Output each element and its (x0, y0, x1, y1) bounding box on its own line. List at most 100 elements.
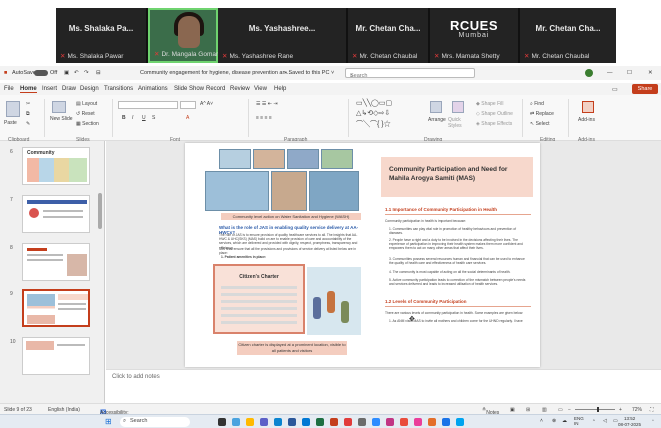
language-indicator[interactable]: ENG IN (574, 416, 588, 426)
language-indicator[interactable]: English (India) (48, 407, 80, 413)
notes-button[interactable]: ≙ Notes (482, 407, 499, 416)
zoom-slider[interactable] (575, 409, 615, 410)
font-size-dropdown[interactable] (180, 101, 196, 109)
instagram-icon[interactable] (414, 418, 422, 426)
file-explorer-icon[interactable] (246, 418, 254, 426)
tray-icon[interactable]: ☁ (562, 418, 567, 424)
tab-slide-show[interactable]: Slide Show (174, 86, 204, 92)
redo-icon[interactable]: ↷ (84, 70, 89, 76)
store-icon[interactable] (358, 418, 366, 426)
zoom-app-icon[interactable] (372, 418, 380, 426)
tab-transitions[interactable]: Transitions (104, 86, 133, 92)
comments-icon[interactable]: ▭ (612, 86, 618, 93)
participant-tile-active-speaker[interactable]: ✕ Dr. Mangala Gomare (148, 8, 222, 63)
tab-draw[interactable]: Draw (62, 86, 76, 92)
tab-animations[interactable]: Animations (138, 86, 168, 92)
underline-icon[interactable]: U (142, 115, 146, 121)
task-view-icon[interactable] (218, 418, 226, 426)
paste-icon[interactable] (6, 101, 20, 117)
font-name-dropdown[interactable] (118, 101, 178, 109)
tab-help[interactable]: Help (274, 86, 286, 92)
select-button[interactable]: ↖ Select (530, 121, 550, 127)
strikethrough-icon[interactable]: S (152, 115, 155, 121)
save-status[interactable]: • Saved to this PC ˅ (285, 70, 334, 76)
share-button[interactable]: Share (632, 84, 658, 94)
minimize-icon[interactable]: — (607, 70, 613, 76)
windows-start-icon[interactable]: ⊞ (105, 417, 112, 426)
participant-tile[interactable]: Mr. Chetan Cha... ✕ Mr. Chetan Chaubal (520, 8, 616, 63)
clock-date[interactable]: 08-07-2025 (618, 422, 641, 427)
tab-file[interactable]: File (4, 86, 14, 92)
shape-fill-button[interactable]: ◆ Shape Fill (476, 101, 503, 107)
app-icon[interactable] (442, 418, 450, 426)
tab-insert[interactable]: Insert (42, 86, 57, 92)
participant-tile[interactable]: Ms. Yashashree... ✕ Ms. Yashashree Rane (218, 8, 348, 63)
addins-icon[interactable] (582, 101, 594, 113)
autosave-toggle[interactable] (34, 70, 48, 76)
zoom-out-icon[interactable]: − (568, 407, 571, 413)
layout-button[interactable]: ▤ Layout (76, 101, 97, 107)
teams-icon[interactable] (260, 418, 268, 426)
reset-button[interactable]: ↺ Reset (76, 111, 95, 117)
zoom-slider-handle[interactable] (597, 407, 599, 412)
powerpoint-icon[interactable] (330, 418, 338, 426)
close-icon[interactable]: ✕ (648, 70, 653, 76)
find-button[interactable]: ⌕ Find (530, 101, 544, 107)
zoom-in-icon[interactable]: + (619, 407, 622, 413)
font-grow-icon[interactable]: A^ A˅ (200, 101, 213, 107)
tab-record[interactable]: Record (206, 86, 225, 92)
reading-view-icon[interactable]: ▥ (542, 407, 547, 413)
save-icon[interactable]: ▣ (64, 70, 69, 76)
slide-thumbnail[interactable] (22, 243, 90, 281)
notes-pane[interactable]: Click to add notes (106, 369, 661, 403)
thumbnail-scrollbar[interactable] (98, 193, 102, 229)
tab-view[interactable]: View (254, 86, 267, 92)
wifi-icon[interactable]: ◔ (592, 418, 595, 424)
new-slide-icon[interactable] (52, 101, 66, 113)
slide-sorter-icon[interactable]: ⊞ (526, 407, 530, 413)
maximize-icon[interactable]: ☐ (627, 70, 632, 76)
section-button[interactable]: ▦ Section (76, 121, 99, 127)
shape-effects-button[interactable]: ◈ Shape Effects (476, 121, 512, 127)
normal-view-icon[interactable]: ▣ (510, 407, 515, 413)
shape-outline-button[interactable]: ◇ Shape Outline (476, 111, 513, 117)
arrange-icon[interactable] (430, 101, 442, 113)
undo-icon[interactable]: ↶ (74, 70, 79, 76)
slide-thumbnail[interactable]: Community (22, 147, 90, 185)
tray-chevron-icon[interactable]: ˄ (540, 418, 543, 424)
chrome-icon[interactable] (400, 418, 408, 426)
slide-thumbnail[interactable] (22, 195, 90, 233)
photos-icon[interactable] (386, 418, 394, 426)
account-avatar[interactable] (585, 69, 593, 77)
replace-button[interactable]: ⇄ Replace (530, 111, 554, 117)
acrobat-icon[interactable] (344, 418, 352, 426)
cut-icon[interactable]: ✂ (26, 101, 30, 107)
excel-icon[interactable] (316, 418, 324, 426)
notifications-icon[interactable]: ▫ (652, 418, 654, 424)
italic-icon[interactable]: I (132, 115, 133, 121)
outlook-icon[interactable] (302, 418, 310, 426)
taskbar-search[interactable]: ⌕ Search (120, 417, 190, 427)
widgets-icon[interactable] (232, 418, 240, 426)
fit-slide-icon[interactable]: ⛶ (650, 407, 654, 413)
volume-icon[interactable]: ◁ (603, 418, 607, 424)
tab-home[interactable]: Home (20, 86, 37, 93)
shapes-gallery-icon[interactable]: ▭╲╲◯▭▢ (356, 99, 392, 107)
clock-time[interactable]: 13:52 (624, 416, 635, 421)
bullets-icon[interactable]: ☰ ☰ ⇤ ⇥ (256, 101, 278, 107)
slide-thumbnail[interactable] (22, 337, 90, 375)
present-icon[interactable]: ⊟ (96, 70, 101, 76)
app-icon[interactable] (428, 418, 436, 426)
participant-tile[interactable]: RCUES Mumbai ✕ Mrs. Mamata Shetty (430, 8, 520, 63)
tray-icon[interactable]: ⊗ (552, 418, 556, 424)
tab-design[interactable]: Design (80, 86, 99, 92)
word-icon[interactable] (288, 418, 296, 426)
copy-icon[interactable]: ⧉ (26, 111, 30, 117)
format-painter-icon[interactable]: ✎ (26, 121, 30, 127)
quick-styles-icon[interactable] (452, 101, 464, 113)
slideshow-icon[interactable]: ▭ (558, 407, 563, 413)
app-icon[interactable] (456, 418, 464, 426)
participant-tile[interactable]: Mr. Chetan Cha... ✕ Mr. Chetan Chaubal (348, 8, 430, 63)
participant-tile[interactable]: Ms. Shalaka Pa... ✕ Ms. Shalaka Pawar (56, 8, 148, 63)
search-box[interactable]: ⌕ Search (345, 68, 475, 79)
